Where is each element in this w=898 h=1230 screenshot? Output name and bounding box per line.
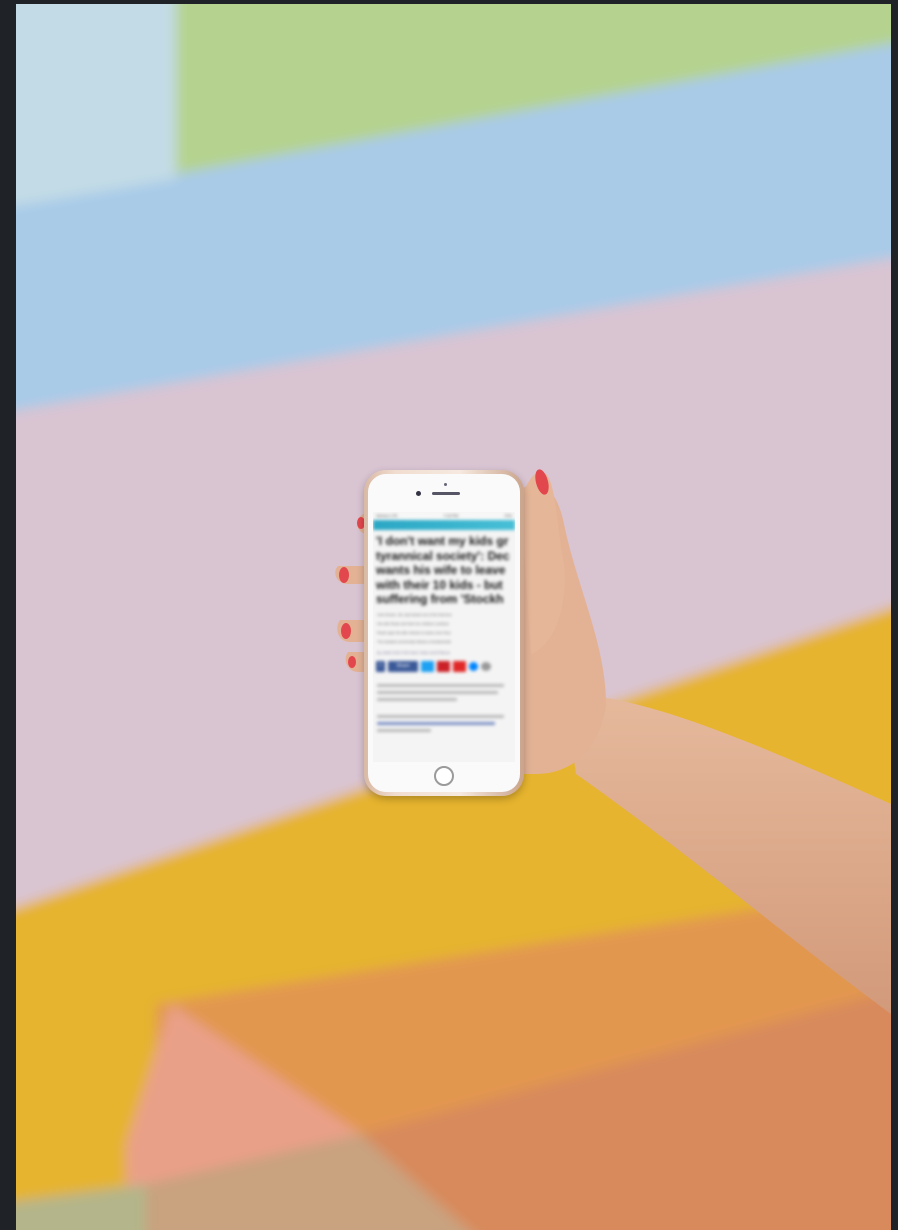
flipboard-icon[interactable] [453, 660, 466, 672]
headline-line: tyrannical society': Dec [376, 548, 510, 563]
time-label: 7:15 PM [443, 513, 459, 518]
earpiece [432, 492, 460, 495]
messenger-icon[interactable] [469, 661, 478, 671]
facebook-icon[interactable]: f [376, 660, 385, 672]
front-camera-icon [416, 491, 421, 496]
battery-label: 72% [503, 513, 512, 518]
bullet-item: John Brown, 38, was kicked out of the Mo… [377, 612, 452, 617]
headline-line: with their 10 kids - but [376, 577, 503, 592]
headline-line: wants his wife to leave [376, 563, 506, 577]
site-header [373, 520, 515, 530]
status-bar: Verizon LTE 7:15 PM 72% [373, 512, 515, 520]
proximity-sensor [444, 483, 447, 486]
phone-face: Verizon LTE 7:15 PM 72% 'I don't want my… [368, 474, 520, 792]
home-button[interactable] [434, 766, 454, 786]
share-row: f Share [373, 659, 515, 674]
headline-line: suffering from 'Stockh [376, 592, 504, 606]
twitter-icon[interactable] [421, 660, 434, 672]
pinterest-icon[interactable] [437, 660, 450, 672]
bullet-item: Rosie says his wife refuses to leave eve… [377, 630, 451, 635]
bullet-item: His wife Rosie and their ten children co… [377, 621, 449, 626]
bullet-item: The isolated community follows a fundame… [377, 639, 451, 644]
article-body [373, 674, 515, 732]
article-headline: 'I don't want my kids gr tyrannical soci… [373, 530, 515, 609]
headline-line: 'I don't want my kids gr [376, 534, 509, 548]
email-icon[interactable] [481, 661, 491, 671]
phone-screen[interactable]: Verizon LTE 7:15 PM 72% 'I don't want my… [373, 512, 515, 762]
photo: Verizon LTE 7:15 PM 72% 'I don't want my… [16, 4, 891, 1230]
article-bullets: John Brown, 38, was kicked out of the Mo… [373, 609, 515, 649]
smartphone: Verizon LTE 7:15 PM 72% 'I don't want my… [364, 470, 524, 796]
article-byline: By JANE DOE FOR DAILY MAIL AUSTRALIA [377, 650, 450, 655]
carrier-label: Verizon LTE [376, 513, 398, 518]
share-button[interactable]: Share [388, 660, 418, 672]
